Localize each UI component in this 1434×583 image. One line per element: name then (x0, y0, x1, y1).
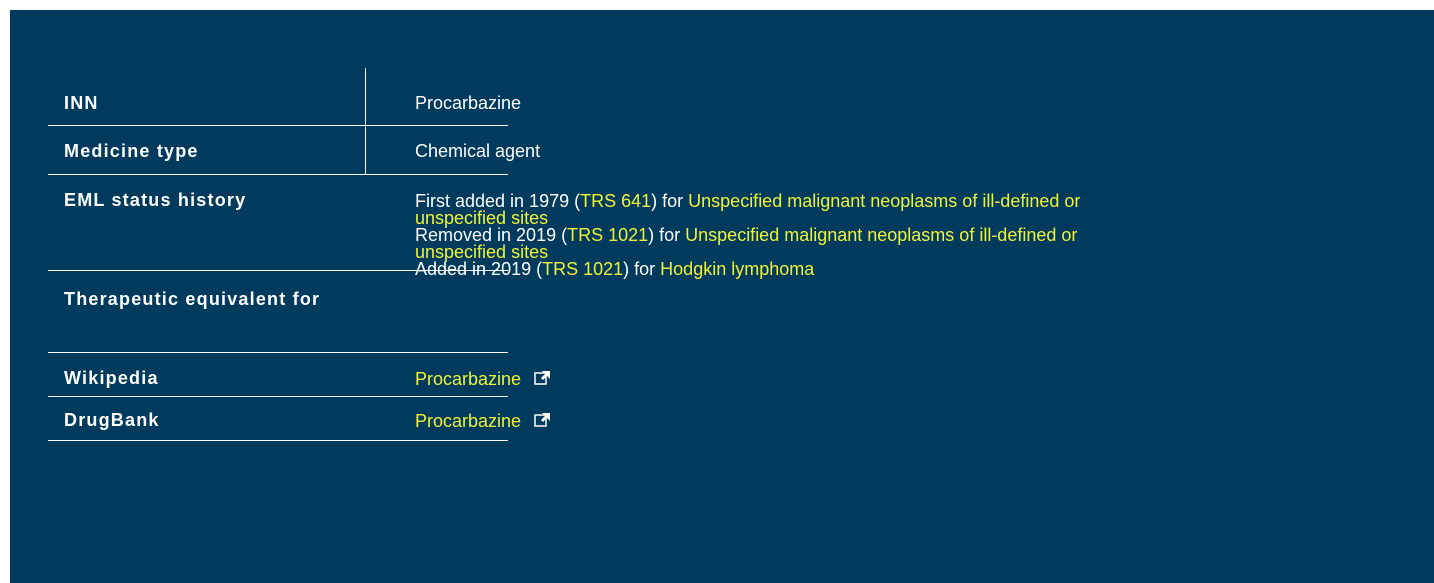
drugbank-label: DrugBank (64, 410, 160, 430)
therapeutic-equivalent-value (365, 271, 508, 352)
inn-value: Procarbazine (415, 93, 522, 113)
row-therapeutic-equivalent: Therapeutic equivalent for (48, 271, 508, 353)
indication-link[interactable]: Unspecified malignant neoplasms of ill-d… (685, 225, 1077, 245)
trs-link[interactable]: TRS 1021 (567, 225, 648, 245)
trs-link[interactable]: TRS 641 (580, 191, 651, 211)
therapeutic-equivalent-label: Therapeutic equivalent for (64, 289, 321, 309)
drugbank-value: Procarbazine (365, 397, 551, 440)
wikipedia-link[interactable]: Procarbazine (415, 369, 521, 389)
medicine-info-panel: INN Procarbazine Medicine type Chemical … (10, 10, 1434, 583)
wikipedia-label: Wikipedia (64, 368, 159, 388)
row-eml-status-history: EML status history First added in 1979 (… (48, 175, 1080, 278)
medicine-type-value: Chemical agent (415, 141, 541, 161)
row-inn: INN Procarbazine (48, 68, 521, 126)
external-link-icon[interactable] (534, 412, 551, 431)
row-medicine-type: Medicine type Chemical agent (48, 126, 540, 175)
indication-link[interactable]: Hodgkin lymphoma (660, 259, 814, 279)
history-entry-mid: ) for (651, 191, 689, 211)
medicine-info-table: INN Procarbazine Medicine type Chemical … (48, 68, 1080, 441)
eml-status-history-label: EML status history (64, 190, 247, 210)
row-drugbank: DrugBank Procarbazine (48, 397, 551, 441)
row-wikipedia: Wikipedia Procarbazine (48, 353, 551, 397)
eml-status-history-value: First added in 1979 (TRS 641) for Unspec… (365, 175, 1080, 278)
medicine-type-label: Medicine type (64, 141, 199, 161)
drugbank-link[interactable]: Procarbazine (415, 411, 521, 431)
inn-label: INN (64, 93, 99, 113)
trs-link[interactable]: TRS 1021 (542, 259, 623, 279)
history-entry: Added in 2019 (TRS 1021) for Hodgkin lym… (415, 259, 1080, 279)
indication-link[interactable]: Unspecified malignant neoplasms of ill-d… (688, 191, 1080, 211)
history-entry-mid: ) for (623, 259, 661, 279)
external-link-icon[interactable] (534, 370, 551, 389)
wikipedia-value: Procarbazine (365, 353, 551, 396)
history-entry-mid: ) for (648, 225, 686, 245)
